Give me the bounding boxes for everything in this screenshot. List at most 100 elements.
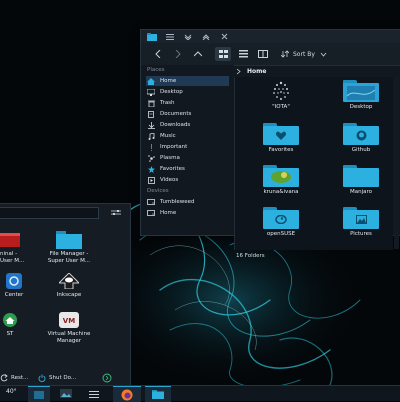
file-label: Pictures	[350, 231, 372, 237]
sidebar-item-home[interactable]: Home	[146, 76, 229, 86]
sort-by-button[interactable]: Sort By	[281, 47, 327, 61]
folder-github-icon	[343, 123, 379, 145]
application-launcher: ninal - User M... File Manager - Super U…	[0, 203, 131, 386]
launcher-footer: Rest... Shut Do...	[0, 369, 130, 386]
file-item-pictures[interactable]: Pictures	[335, 207, 387, 249]
sidebar-item-label: Plasma	[160, 155, 180, 161]
sidebar-item-tumbleweed[interactable]: Tumbleweed	[146, 197, 229, 207]
settings-icon	[89, 390, 99, 398]
restart-button[interactable]: Rest...	[0, 373, 28, 383]
file-item-desktop[interactable]: Desktop	[335, 80, 387, 122]
file-item-favorites[interactable]: Favorites	[255, 123, 307, 165]
file-item-github[interactable]: Github	[335, 123, 387, 165]
window-app-icon[interactable]	[145, 31, 159, 42]
breadcrumb-home[interactable]: Home	[247, 68, 266, 75]
app-label-line2: User M...	[0, 258, 25, 264]
downloads-icon	[146, 121, 156, 129]
places-section-title: Places	[147, 67, 165, 73]
sidebar-item-label: Desktop	[160, 89, 183, 95]
sidebar-item-label: Trash	[160, 100, 175, 106]
forward-button[interactable]	[171, 47, 185, 61]
file-label: kruna&ivana	[263, 189, 299, 195]
file-view: "IOTA" Desktop Favorites Github kruna&iv…	[234, 77, 393, 250]
close-icon[interactable]	[217, 31, 231, 42]
file-label: "IOTA"	[272, 104, 290, 110]
vertical-scrollbar[interactable]	[394, 77, 399, 249]
app-virtual-machine-manager[interactable]: VM Virtual Machine Manager	[40, 309, 98, 345]
task-settings[interactable]	[83, 386, 105, 401]
virtual-machine-icon: VM	[56, 309, 82, 331]
favorites-icon	[146, 165, 156, 173]
file-item-iota[interactable]: "IOTA"	[255, 80, 307, 122]
file-label: Github	[351, 147, 371, 153]
app-file-manager-super-user[interactable]: File Manager - Super User M...	[40, 229, 98, 265]
details-view-button[interactable]	[235, 47, 251, 61]
sidebar-item-plasma[interactable]: Plasma	[146, 153, 229, 163]
documents-icon	[146, 110, 156, 118]
shutdown-button[interactable]: Shut Do...	[38, 373, 76, 383]
home-icon	[146, 77, 156, 85]
split-view-button[interactable]	[255, 47, 271, 61]
sort-icon	[281, 50, 289, 58]
app-inkscape[interactable]: Inkscape	[48, 270, 90, 299]
app-label-line1: File Manager -	[49, 251, 89, 257]
folder-favorites-icon	[263, 123, 299, 145]
launcher-icon	[34, 390, 44, 399]
sidebar-item-videos[interactable]: Videos	[146, 175, 229, 185]
app-label-line1: Virtual Machine	[47, 331, 91, 337]
status-bar: 16 Folders	[234, 249, 400, 262]
sidebar-item-label: Tumbleweed	[160, 199, 195, 205]
weather-temperature[interactable]: 40°	[6, 388, 17, 395]
music-icon	[146, 132, 156, 140]
filter-button[interactable]	[108, 207, 124, 218]
folder-icon	[343, 165, 379, 187]
plasma-icon	[146, 154, 156, 162]
file-manager-folder-icon	[56, 229, 82, 251]
inkscape-icon	[56, 270, 82, 292]
home-app-icon	[0, 309, 23, 331]
control-center-icon	[1, 270, 27, 292]
restart-label: Rest...	[11, 375, 29, 381]
maximize-icon[interactable]	[199, 31, 213, 42]
sidebar-item-favorites[interactable]: Favorites	[146, 164, 229, 174]
sidebar-item-downloads[interactable]: Downloads	[146, 120, 229, 130]
leave-button[interactable]	[102, 373, 112, 383]
power-icon	[38, 374, 46, 382]
file-label: Favorites	[268, 147, 294, 153]
icons-view-button[interactable]	[215, 47, 231, 61]
app-label-line1: ST	[6, 331, 14, 337]
back-button[interactable]	[151, 47, 165, 61]
sidebar-item-label: Music	[160, 133, 176, 139]
sidebar-item-music[interactable]: Music	[146, 131, 229, 141]
iota-logo-icon	[263, 80, 299, 102]
app-terminal[interactable]: ninal - User M...	[0, 229, 40, 265]
sidebar-item-label: Downloads	[160, 122, 191, 128]
up-button[interactable]	[191, 47, 205, 61]
titlebar-menu-icon[interactable]	[163, 31, 177, 42]
file-item-kruna-ivana[interactable]: kruna&ivana	[255, 165, 307, 207]
restart-icon	[0, 374, 8, 382]
sidebar-item-home-device[interactable]: Home	[146, 208, 229, 218]
app-label-line1: ninal -	[0, 251, 18, 257]
file-item-manjaro[interactable]: Manjaro	[335, 165, 387, 207]
app-control-center[interactable]: Center	[0, 270, 28, 299]
sort-by-label: Sort By	[293, 50, 315, 58]
sidebar-item-important[interactable]: Important	[146, 142, 229, 152]
task-image-viewer[interactable]	[55, 386, 77, 401]
sidebar-item-trash[interactable]: Trash	[146, 98, 229, 108]
app-label-line2: Manager	[56, 338, 82, 344]
sidebar-item-documents[interactable]: Documents	[146, 109, 229, 119]
firefox-icon	[121, 389, 133, 400]
file-item-opensuse[interactable]: openSUSE	[255, 207, 307, 249]
folder-pictures-icon	[343, 207, 379, 229]
search-input[interactable]	[0, 207, 99, 219]
chevron-right-icon	[236, 68, 241, 74]
minimize-icon[interactable]	[181, 31, 195, 42]
desktop-icon	[146, 88, 156, 96]
folder-opensuse-icon	[263, 207, 299, 229]
app-label-line1: Center	[4, 292, 24, 298]
file-label: Manjaro	[349, 189, 372, 195]
drive-icon	[146, 199, 156, 205]
sidebar-item-desktop[interactable]: Desktop	[146, 87, 229, 97]
app-st[interactable]: ST	[0, 309, 20, 338]
